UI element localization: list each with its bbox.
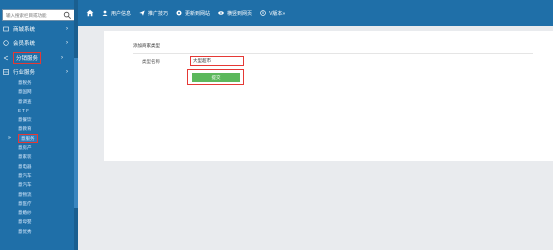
- form-panel: 添加商家类型 类型名称 提交: [104, 31, 553, 161]
- chevron-right-icon: ›: [66, 26, 68, 32]
- sidebar-item-industry[interactable]: 行业服务 ›: [0, 65, 78, 79]
- submenu-item[interactable]: 意房产: [0, 143, 78, 152]
- home-icon[interactable]: [86, 9, 94, 17]
- type-name-label: 类型名称: [142, 59, 160, 64]
- version-icon: [260, 10, 266, 16]
- send-icon: [139, 10, 145, 16]
- type-name-input[interactable]: [190, 56, 244, 66]
- nav-update-site[interactable]: 更新到网站: [176, 10, 210, 17]
- chevron-right-icon: ›: [61, 55, 64, 61]
- submenu-item[interactable]: 意汽车: [0, 180, 78, 189]
- mall-icon: [3, 26, 9, 32]
- submenu-item[interactable]: 意家装: [0, 152, 78, 161]
- eye-icon: [218, 11, 224, 15]
- current-arrow-icon: »: [8, 134, 11, 141]
- chevron-right-icon: ›: [66, 40, 68, 46]
- submenu-item[interactable]: 意汽车: [0, 171, 78, 180]
- grid-icon: [3, 69, 9, 75]
- industry-submenu: 意税务 意国网 意调查 E T F 意餐饮 意教育 » 意服务 意房产 意家装 …: [0, 78, 78, 236]
- nav-version[interactable]: V版本»: [260, 10, 285, 17]
- submenu-item[interactable]: 意餐饮: [0, 115, 78, 124]
- submenu-item[interactable]: 意电器: [0, 162, 78, 171]
- submenu-item[interactable]: 意物流: [0, 190, 78, 199]
- submenu-item[interactable]: 意婚纱: [0, 208, 78, 217]
- submenu-item[interactable]: 意调查: [0, 97, 78, 106]
- submenu-item[interactable]: 意母婴: [0, 217, 78, 226]
- sidebar-search[interactable]: [2, 9, 75, 21]
- submenu-item[interactable]: E T F: [0, 106, 78, 115]
- submenu-item-current[interactable]: » 意服务: [0, 133, 78, 143]
- nav-user-info[interactable]: 用户信息: [102, 10, 131, 17]
- top-nav: 用户信息 推广技巧 更新到网站 横竖到网页 V版本»: [78, 0, 553, 26]
- form-title: 添加商家类型: [133, 43, 160, 48]
- search-input[interactable]: [3, 10, 61, 20]
- sidebar-item-label: 行业服务: [13, 70, 36, 76]
- divider: [133, 53, 533, 54]
- nav-preview[interactable]: 横竖到网页: [218, 10, 252, 17]
- user-icon: [102, 10, 108, 16]
- sidebar-item-member[interactable]: 会员系统 ›: [0, 36, 78, 50]
- nav-promotion[interactable]: 推广技巧: [139, 10, 168, 17]
- submit-button[interactable]: 提交: [192, 73, 240, 82]
- globe-icon: [176, 10, 182, 16]
- submit-highlight: 提交: [187, 69, 244, 85]
- share-icon: [3, 55, 9, 61]
- sidebar-item-label: 会员系统: [13, 41, 36, 47]
- main-content: 添加商家类型 类型名称 提交: [78, 26, 553, 250]
- sidebar-item-label: 分销服务: [13, 52, 42, 64]
- sidebar-item-distribution[interactable]: 分销服务 ›: [0, 51, 78, 65]
- submenu-item[interactable]: 意医疗: [0, 199, 78, 208]
- sidebar-item-label: 商城系统: [13, 27, 36, 33]
- submenu-item[interactable]: 意税务: [0, 78, 78, 87]
- submenu-item[interactable]: 意教育: [0, 124, 78, 133]
- submenu-item[interactable]: 意优秀: [0, 227, 78, 236]
- submenu-item[interactable]: 意国网: [0, 87, 78, 96]
- sidebar-item-mall[interactable]: 商城系统 ›: [0, 22, 78, 36]
- member-icon: [3, 40, 9, 46]
- sidebar: 商城系统 › 会员系统 › 分销服务 › 行业服务 › 意税务 意国网 意调查 …: [0, 0, 78, 250]
- chevron-right-icon: ›: [66, 69, 68, 75]
- search-icon[interactable]: [63, 11, 72, 20]
